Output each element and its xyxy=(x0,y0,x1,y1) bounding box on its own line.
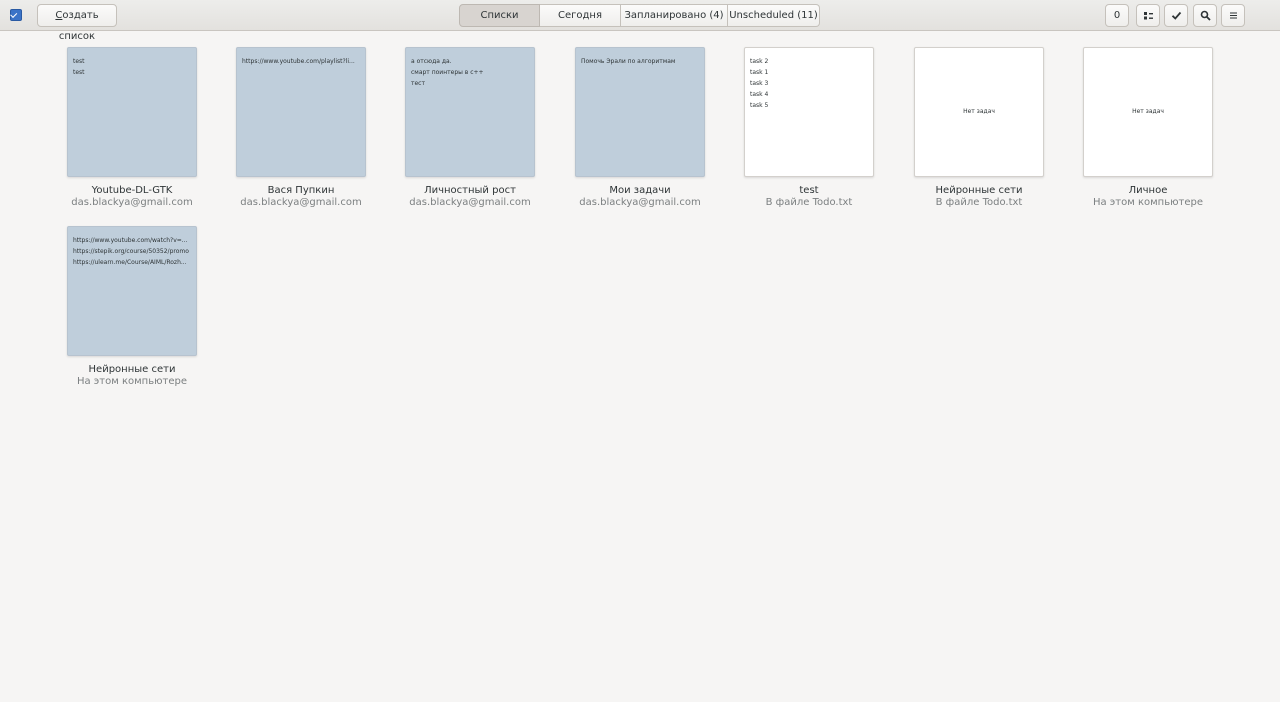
list-source: das.blackya@gmail.com xyxy=(71,197,193,208)
task-preview-line: test xyxy=(73,58,85,65)
tab-today[interactable]: Сегодня xyxy=(540,4,621,27)
list-preview[interactable]: task 2 task 1 task 3 task 4 task 5 xyxy=(744,47,874,177)
empty-list-label: Нет задач xyxy=(963,108,995,115)
list-source: На этом компьютере xyxy=(76,376,187,387)
list-card[interactable]: Нет задач Личное На этом компьютере xyxy=(1083,47,1213,208)
task-preview-line: https://www.youtube.com/watch?v=... xyxy=(73,237,188,244)
list-name: Нейронные сети xyxy=(935,185,1023,196)
list-card[interactable]: https://www.youtube.com/watch?v=... http… xyxy=(67,226,197,387)
header-bar: Создать список Списки Сегодня Запланиров… xyxy=(0,0,1280,42)
list-name: Личное xyxy=(1128,185,1168,196)
task-preview-line: https://stepik.org/course/50352/promo xyxy=(73,248,189,255)
task-preview-line: task 1 xyxy=(750,69,769,76)
list-card[interactable]: Помочь Эрали по алгоритмам Мои задачи da… xyxy=(575,47,705,208)
hamburger-menu-icon xyxy=(1229,12,1237,19)
view-toggle-button[interactable] xyxy=(1136,4,1160,27)
list-card[interactable]: Нет задач Нейронные сети В файле Todo.tx… xyxy=(914,47,1044,208)
list-source: В файле Todo.txt xyxy=(765,197,853,208)
list-preview[interactable]: https://www.youtube.com/playlist?li... xyxy=(236,47,366,177)
list-preview[interactable]: Помочь Эрали по алгоритмам xyxy=(575,47,705,177)
task-preview-line: https://www.youtube.com/playlist?li... xyxy=(242,58,355,65)
task-preview-line: Помочь Эрали по алгоритмам xyxy=(581,58,676,65)
task-preview-line: смарт поинтеры в с++ xyxy=(411,69,484,76)
create-list-button[interactable]: Создать список xyxy=(37,4,117,42)
list-source: das.blackya@gmail.com xyxy=(409,197,531,208)
task-preview-line: тест xyxy=(411,80,425,87)
view-switcher: Списки Сегодня Запланировано (4) Unsched… xyxy=(459,4,820,27)
checkmark-icon xyxy=(1171,11,1181,20)
list-card[interactable]: test test Youtube-DL-GTK das.blackya@gma… xyxy=(67,47,197,208)
search-button[interactable] xyxy=(1193,4,1217,27)
list-name: Мои задачи xyxy=(609,185,671,196)
show-done-button[interactable] xyxy=(1164,4,1188,27)
view-toggle-icon xyxy=(1143,12,1153,20)
list-card[interactable]: task 2 task 1 task 3 task 4 task 5 test … xyxy=(744,47,874,208)
search-icon xyxy=(1200,10,1211,21)
list-preview[interactable]: Нет задач xyxy=(914,47,1044,177)
list-name: Личностный рост xyxy=(424,185,516,196)
list-card[interactable]: а отсюда да. смарт поинтеры в с++ тест Л… xyxy=(405,47,535,208)
task-preview-line: task 4 xyxy=(750,91,769,98)
list-name: Вася Пупкин xyxy=(267,185,335,196)
list-source: das.blackya@gmail.com xyxy=(579,197,701,208)
task-preview-line: task 3 xyxy=(750,80,769,87)
list-preview[interactable]: а отсюда да. смарт поинтеры в с++ тест xyxy=(405,47,535,177)
list-preview[interactable]: https://www.youtube.com/watch?v=... http… xyxy=(67,226,197,356)
create-list-label: оздать список xyxy=(58,10,99,42)
list-name: Нейронные сети xyxy=(88,364,176,375)
list-name: test xyxy=(799,185,819,196)
list-preview[interactable]: Нет задач xyxy=(1083,47,1213,177)
count-button[interactable]: 0 xyxy=(1105,4,1129,27)
tab-unscheduled[interactable]: Unscheduled (11) xyxy=(728,4,820,27)
task-preview-line: test xyxy=(73,69,85,76)
list-source: das.blackya@gmail.com xyxy=(240,197,362,208)
task-preview-line: https://ulearn.me/Course/AIML/Rozh... xyxy=(73,259,187,266)
menu-button[interactable] xyxy=(1221,4,1245,27)
task-preview-line: task 5 xyxy=(750,102,769,109)
list-preview[interactable]: test test xyxy=(67,47,197,177)
tab-scheduled[interactable]: Запланировано (4) xyxy=(621,4,728,27)
task-preview-line: task 2 xyxy=(750,58,769,65)
checkbox-app-icon xyxy=(10,9,22,21)
list-name: Youtube-DL-GTK xyxy=(91,185,173,196)
list-source: В файле Todo.txt xyxy=(935,197,1023,208)
task-preview-line: а отсюда да. xyxy=(411,58,452,65)
tab-lists[interactable]: Списки xyxy=(459,4,540,27)
empty-list-label: Нет задач xyxy=(1132,108,1164,115)
list-card[interactable]: https://www.youtube.com/playlist?li... В… xyxy=(236,47,366,208)
list-source: На этом компьютере xyxy=(1092,197,1203,208)
